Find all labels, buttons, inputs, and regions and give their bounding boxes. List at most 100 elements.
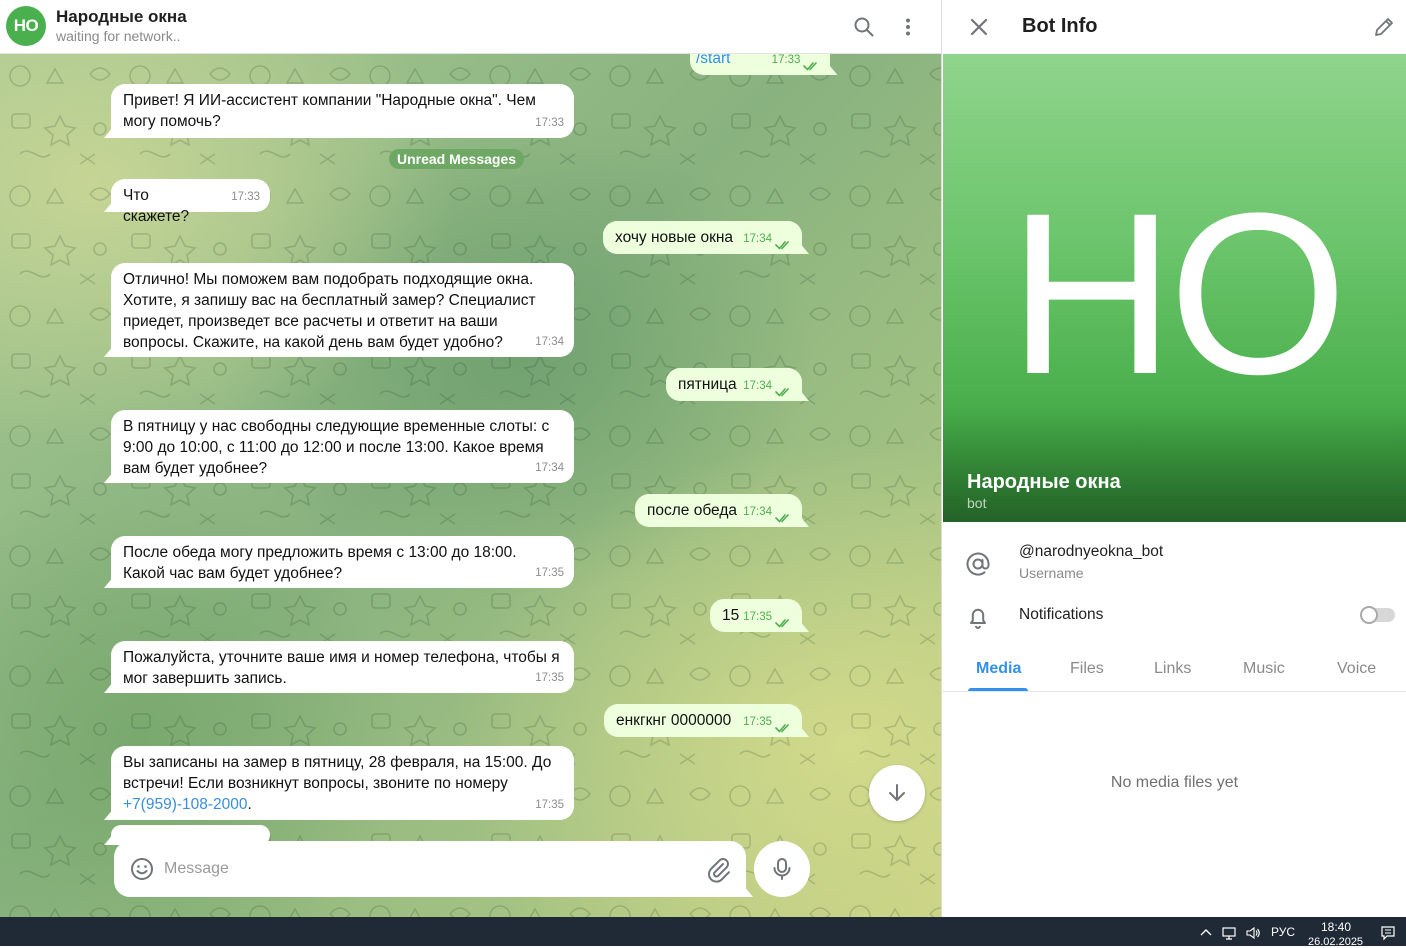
message-outgoing[interactable]: пятница 17:34: [666, 368, 802, 401]
username-label: Username: [1019, 565, 1084, 581]
message-time: 17:35: [535, 672, 564, 684]
message-incoming[interactable]: Что скажете? 17:33: [111, 179, 270, 225]
message-time: 17:34: [535, 462, 564, 474]
toggle-knob: [1360, 606, 1378, 624]
unread-messages-divider: Unread Messages: [389, 149, 524, 169]
chat-header[interactable]: НО Народные окна waiting for network..: [0, 0, 941, 54]
double-check-icon: [775, 619, 789, 628]
message-incoming[interactable]: В пятницу у нас свободны следующие време…: [111, 410, 574, 483]
arrow-down-icon: [889, 784, 905, 801]
message-time: 17:34: [535, 336, 564, 348]
search-icon: [854, 17, 874, 37]
message-incoming[interactable]: Вы записаны на замер в пятницу, 28 февра…: [111, 746, 574, 820]
chat-status: waiting for network..: [56, 28, 181, 44]
message-outgoing[interactable]: после обеда 17:34: [635, 494, 802, 527]
paperclip-icon[interactable]: [704, 855, 732, 883]
message-outgoing[interactable]: енкгкнг 0000000 17:35: [604, 704, 802, 737]
message-time: 17:35: [535, 799, 564, 811]
message-text: 15: [722, 607, 740, 624]
volume-icon[interactable]: [1245, 925, 1261, 941]
notification-center-icon[interactable]: [1380, 925, 1396, 941]
close-button[interactable]: [964, 12, 994, 42]
bell-icon: [970, 608, 986, 629]
double-check-icon: [803, 62, 818, 71]
message-outgoing[interactable]: 15 17:35: [710, 599, 802, 632]
emoji-icon[interactable]: [128, 855, 156, 883]
network-icon[interactable]: [1221, 925, 1237, 941]
message-time: 17:35: [535, 567, 564, 579]
message-time: 17:35: [743, 611, 772, 623]
profile-shade: [943, 412, 1406, 522]
message-composer: [114, 841, 746, 897]
message-text: енкгкнг 0000000: [616, 712, 732, 729]
clock-date[interactable]: 26.02.2025: [1308, 936, 1363, 948]
double-check-icon: [775, 724, 789, 733]
message-time: 17:35: [743, 716, 772, 728]
chat-avatar[interactable]: НО: [6, 6, 46, 46]
clock-time[interactable]: 18:40: [1321, 920, 1351, 934]
username-value: @narodnyeokna_bot: [1019, 543, 1164, 560]
empty-media-text: No media files yet: [1110, 774, 1239, 791]
profile-photo[interactable]: НО Народные окна bot: [943, 54, 1406, 522]
message-incoming[interactable]: Пожалуйста, уточните ваше имя и номер те…: [111, 641, 574, 693]
tab-files[interactable]: Files: [1070, 660, 1104, 678]
tab-links[interactable]: Links: [1154, 660, 1191, 678]
chevron-up-icon[interactable]: [1198, 925, 1214, 941]
chat-title[interactable]: Народные окна: [56, 7, 187, 27]
at-sign-icon: [966, 552, 990, 576]
info-title: Bot Info: [1022, 15, 1098, 37]
message-text: Привет! Я ИИ-ассистент компании "Народны…: [123, 92, 536, 130]
microphone-icon: [773, 858, 791, 880]
active-tab-indicator: [968, 688, 1028, 691]
profile-name: Народные окна: [967, 471, 1121, 493]
info-header: Bot Info: [942, 0, 1406, 54]
bot-info-panel: Bot Info НО Народные окна bot @narodnyeo…: [941, 0, 1406, 917]
message-text: после обеда: [647, 502, 738, 519]
scroll-to-bottom-button[interactable]: [869, 765, 925, 821]
message-text: Пожалуйста, уточните ваше имя и номер те…: [123, 649, 560, 687]
phone-link[interactable]: +7(959)-108-2000: [123, 796, 248, 813]
windows-taskbar: РУС 18:40 26.02.2025: [0, 917, 1406, 948]
username-row[interactable]: @narodnyeokna_bot Username: [942, 543, 1406, 587]
message-incoming[interactable]: Отлично! Мы поможем вам подобрать подход…: [111, 263, 574, 357]
tab-voice[interactable]: Voice: [1337, 660, 1376, 678]
more-vertical-icon: [906, 18, 910, 36]
profile-subtitle: bot: [967, 495, 987, 511]
telegram-window: /start 17:33 Привет! Я ИИ-ассистент комп…: [0, 0, 1406, 948]
chat-panel: /start 17:33 Привет! Я ИИ-ассистент комп…: [0, 0, 941, 917]
message-time: 17:33: [535, 117, 564, 129]
tab-music[interactable]: Music: [1243, 660, 1285, 678]
message-incoming[interactable]: После обеда могу предложить время с 13:0…: [111, 536, 574, 588]
message-time: 17:34: [743, 506, 772, 518]
profile-initials: НО: [1008, 165, 1348, 422]
message-text: Отлично! Мы поможем вам подобрать подход…: [123, 271, 536, 351]
message-time: 17:33: [231, 191, 260, 203]
message-text: После обеда могу предложить время с 13:0…: [123, 544, 517, 582]
message-incoming[interactable]: Привет! Я ИИ-ассистент компании "Народны…: [111, 84, 574, 138]
edit-button[interactable]: [1369, 12, 1399, 42]
notifications-label: Notifications: [1019, 606, 1104, 623]
chat-background: /start 17:33 Привет! Я ИИ-ассистент комп…: [0, 42, 941, 917]
message-text: В пятницу у нас свободны следующие време…: [123, 418, 550, 477]
tab-media[interactable]: Media: [976, 660, 1021, 678]
message-text-suffix: .: [247, 796, 252, 813]
shared-media-tabs: Media Files Links Music Voice: [942, 650, 1406, 692]
message-text: Что скажете?: [123, 187, 190, 225]
notifications-toggle[interactable]: [1360, 606, 1395, 624]
message-time: 17:34: [743, 380, 772, 392]
more-menu-button[interactable]: [893, 12, 923, 42]
pencil-icon: [1375, 18, 1393, 36]
message-text: пятница: [678, 376, 737, 393]
message-list[interactable]: /start 17:33 Привет! Я ИИ-ассистент комп…: [0, 42, 941, 917]
message-text: Вы записаны на замер в пятницу, 28 февра…: [123, 754, 552, 792]
input-language[interactable]: РУС: [1271, 925, 1295, 939]
voice-record-button[interactable]: [754, 841, 810, 897]
message-input[interactable]: [164, 856, 684, 882]
double-check-icon: [775, 241, 789, 250]
notifications-row[interactable]: Notifications: [942, 606, 1406, 630]
search-button[interactable]: [849, 12, 879, 42]
message-outgoing[interactable]: хочу новые окна 17:34: [603, 221, 802, 254]
message-time: 17:34: [743, 233, 772, 245]
double-check-icon: [775, 388, 789, 397]
double-check-icon: [775, 514, 789, 523]
